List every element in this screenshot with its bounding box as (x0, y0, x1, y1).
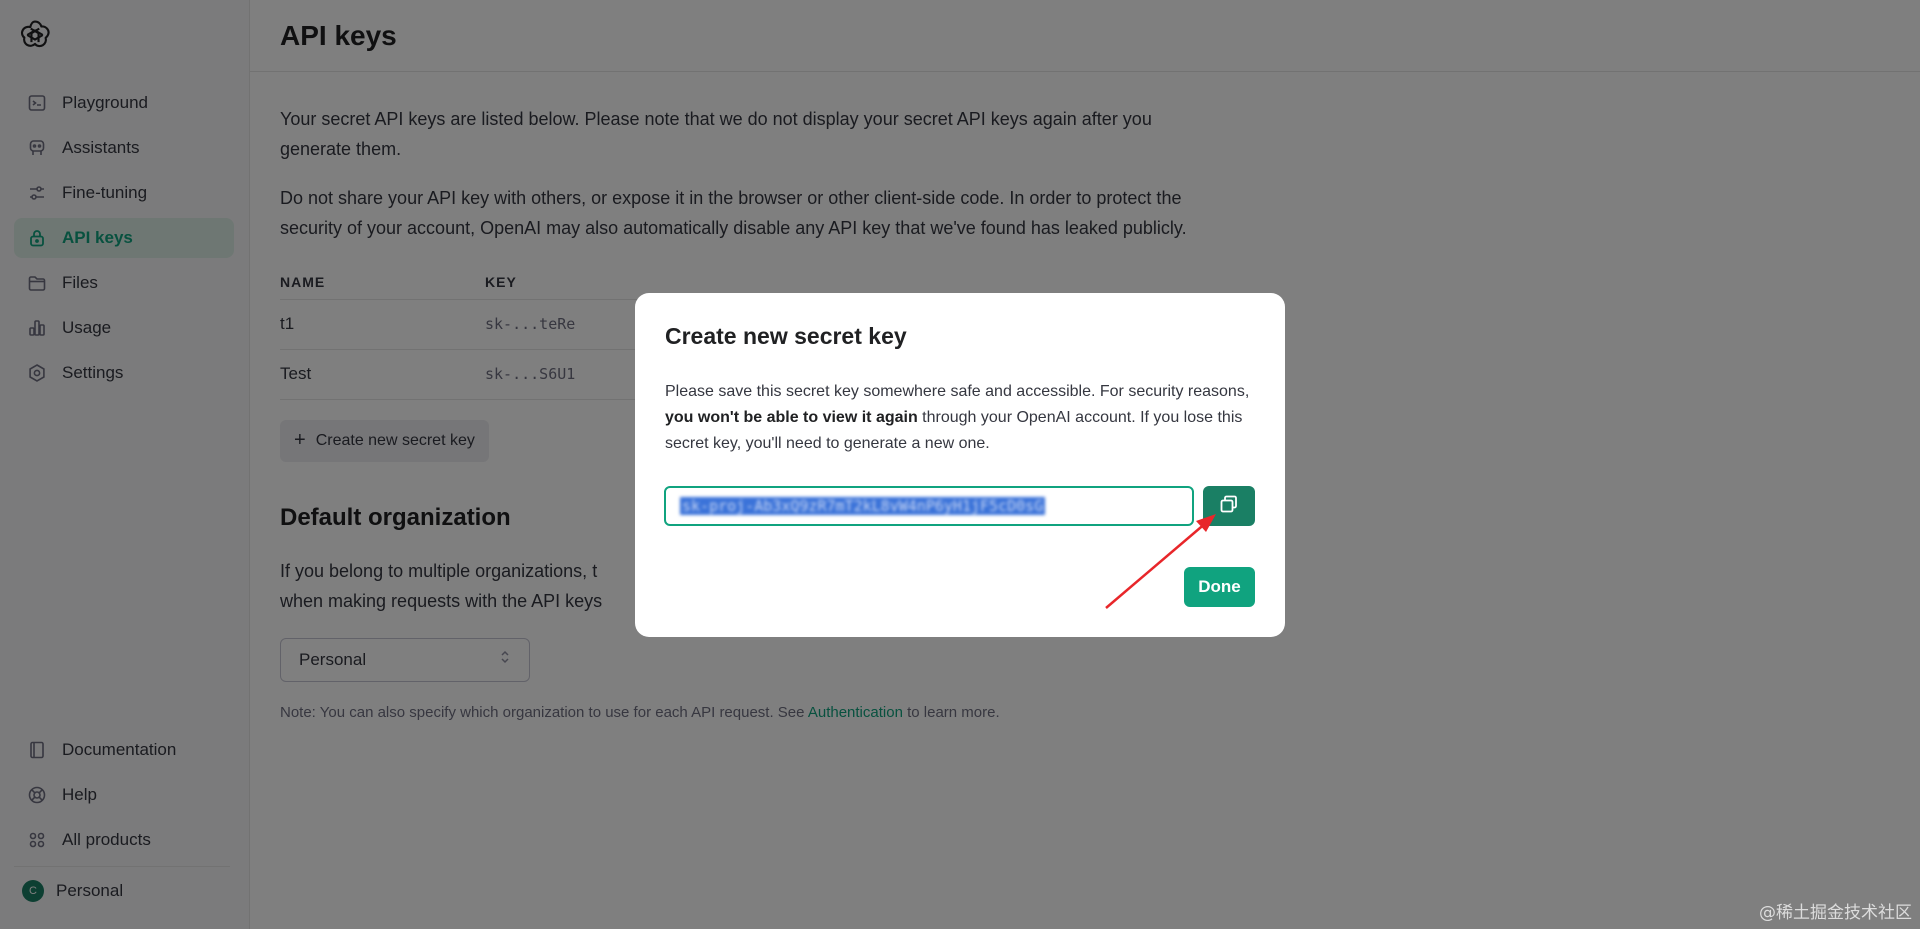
modal-title: Create new secret key (665, 323, 907, 349)
modal-text-before: Please save this secret key somewhere sa… (665, 383, 1250, 400)
secret-key-value[interactable]: sk-proj-Ab3xQ9zR7mT2kL8vW4nP6yH1jF5cD0sG (680, 497, 1046, 515)
secret-key-field[interactable]: sk-proj-Ab3xQ9zR7mT2kL8vW4nP6yH1jF5cD0sG (664, 486, 1194, 526)
watermark: @稀土掘金技术社区 (1759, 903, 1912, 923)
modal-description: Please save this secret key somewhere sa… (665, 379, 1265, 457)
done-button[interactable]: Done (1184, 567, 1255, 607)
modal-text-bold: you won't be able to view it again (665, 409, 918, 426)
copy-icon (1218, 493, 1240, 520)
copy-button[interactable] (1203, 486, 1255, 526)
create-secret-key-modal: Create new secret key Please save this s… (635, 293, 1285, 637)
